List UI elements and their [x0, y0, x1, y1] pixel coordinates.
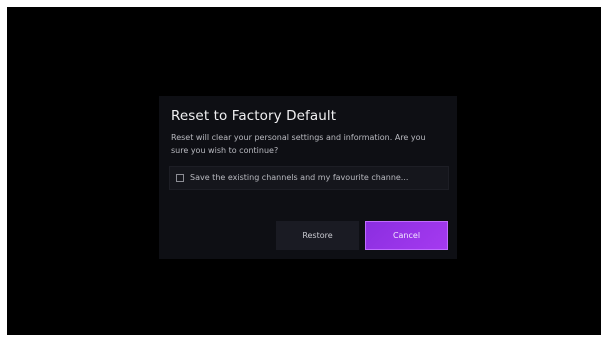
- restore-button[interactable]: Restore: [276, 221, 359, 250]
- reset-dialog: Reset to Factory Default Reset will clea…: [159, 96, 457, 259]
- save-channels-label: Save the existing channels and my favour…: [190, 173, 409, 182]
- dialog-message: Reset will clear your personal settings …: [171, 133, 426, 155]
- dialog-title: Reset to Factory Default: [171, 108, 337, 124]
- cancel-button[interactable]: Cancel: [365, 221, 448, 250]
- save-channels-checkbox[interactable]: [176, 174, 184, 182]
- dialog-buttons: Restore Cancel: [276, 221, 448, 250]
- tv-screen: Reset to Factory Default Reset will clea…: [7, 7, 601, 335]
- save-channels-checkbox-row[interactable]: Save the existing channels and my favour…: [169, 166, 449, 190]
